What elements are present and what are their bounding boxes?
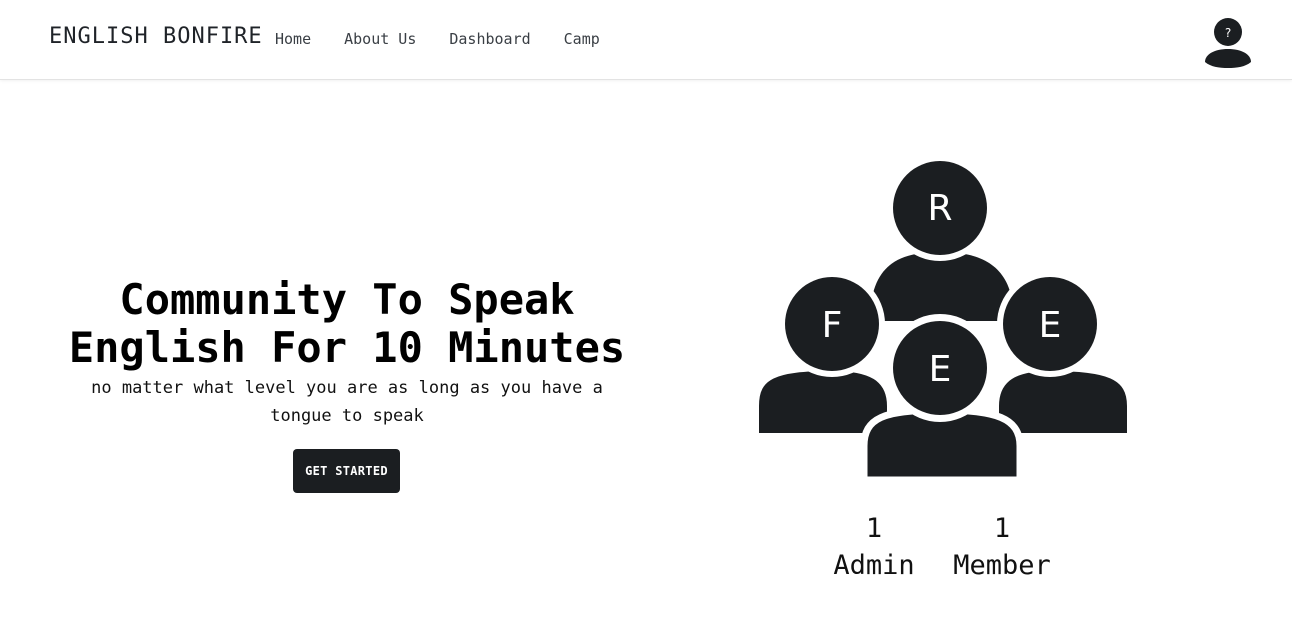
nav-link-home[interactable]: Home [275,30,311,48]
hero-title-line2: English For 10 Minutes [68,323,626,372]
user-icon: ? [1205,18,1251,68]
hero-subtitle: no matter what level you are as long as … [91,378,603,426]
group-users-icon: R F E E [752,155,1134,486]
avatar-badge: ? [1224,26,1231,40]
initial-left: F [822,305,843,346]
get-started-button[interactable]: GET STARTED [293,449,400,493]
initial-top: R [927,188,952,229]
nav-link-dashboard[interactable]: Dashboard [449,30,530,48]
member-count: 1 [993,513,1011,544]
nav-links: Home About Us Dashboard Camp [275,30,633,48]
nav-link-camp[interactable]: Camp [564,30,600,48]
admin-stat: 1 Admin [814,510,934,584]
user-avatar-button[interactable]: ? [1203,16,1253,68]
member-label: Member [953,550,1051,581]
member-stat: 1 Member [942,510,1062,584]
hero-text: Community To Speak English For 10 Minute… [40,276,654,430]
initial-center: E [929,349,952,390]
initial-right: E [1039,305,1062,346]
hero-title-line1: Community To Speak [119,275,575,324]
admin-label: Admin [833,550,915,581]
admin-count: 1 [865,513,883,544]
navbar: ENGLISH BONFIRE Home About Us Dashboard … [0,0,1292,80]
brand-logo[interactable]: ENGLISH BONFIRE [49,24,263,49]
hero-title: Community To Speak English For 10 Minute… [40,276,654,372]
nav-link-about-us[interactable]: About Us [344,30,416,48]
